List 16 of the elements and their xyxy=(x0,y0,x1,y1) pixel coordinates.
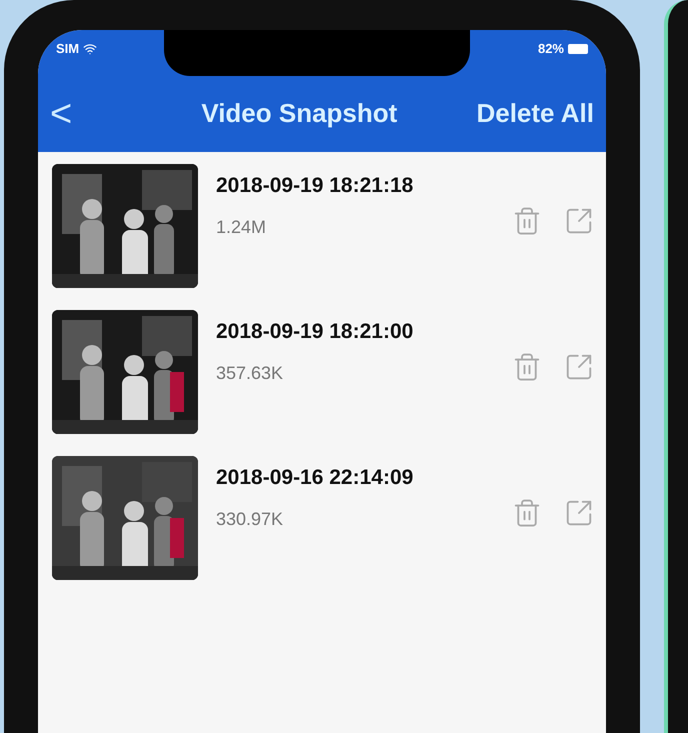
file-size: 357.63K xyxy=(216,362,284,384)
snapshot-time: 2018-09-16 22:14:09 xyxy=(216,465,414,491)
carrier-label: SIM xyxy=(56,40,80,58)
file-size: 330.97K xyxy=(216,508,284,530)
battery-percent: 82% xyxy=(538,40,564,58)
snapshot-time: 2018-09-19 18:21:00 xyxy=(216,319,414,345)
wifi-icon xyxy=(83,42,98,56)
back-button[interactable]: < xyxy=(50,94,72,132)
snapshot-time: 2018-09-19 18:21:18 xyxy=(216,173,414,199)
share-icon[interactable] xyxy=(564,498,594,528)
delete-all-button[interactable]: Delete All xyxy=(476,94,594,133)
share-icon[interactable] xyxy=(564,206,594,236)
share-icon[interactable] xyxy=(564,352,594,382)
file-size: 1.24M xyxy=(216,216,268,238)
battery-icon xyxy=(568,44,588,54)
screen-title: Video Snapshot xyxy=(201,97,398,130)
